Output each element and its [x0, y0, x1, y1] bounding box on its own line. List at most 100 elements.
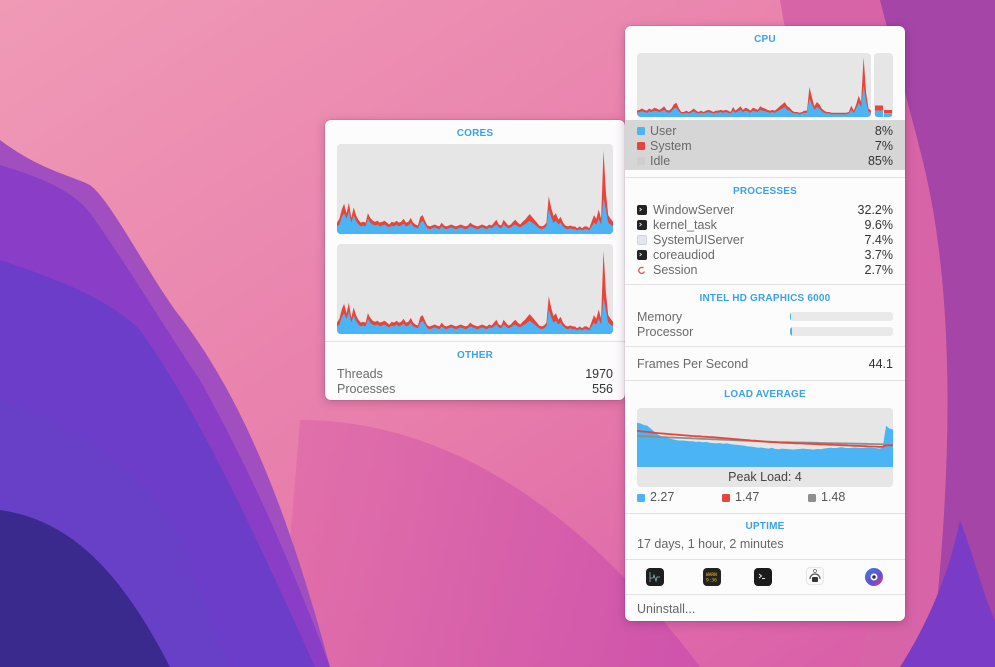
core-graph-1 [337, 144, 613, 234]
cpu-user-value: 8% [874, 123, 893, 138]
cores-panel: CORES OTHER Threads 1970 Processes 556 [325, 120, 625, 400]
istat-menus-icon[interactable] [865, 568, 883, 586]
threads-value: 1970 [585, 366, 613, 381]
load-legend: 2.27 1.47 1.48 [637, 490, 893, 504]
processes-label: Processes [337, 381, 396, 396]
process-name: coreaudiod [653, 247, 715, 262]
terminal-icon[interactable] [754, 568, 772, 586]
cpu-system-label: System [650, 138, 692, 153]
uptime-title: UPTIME [745, 521, 785, 532]
process-row[interactable]: Session 2.7% [637, 262, 893, 277]
system-swatch-icon [637, 142, 645, 151]
terminal-exec-icon [637, 220, 647, 231]
process-name: WindowServer [653, 202, 735, 217]
cpu-user-label: User [650, 123, 677, 138]
gpu-processor-bar [790, 327, 893, 336]
generic-app-icon [637, 235, 647, 246]
fps-value: 44.1 [868, 356, 893, 371]
cpu-current-user-bar [875, 110, 883, 117]
process-name: SystemUIServer [653, 232, 744, 247]
terminal-exec-icon [637, 250, 647, 261]
uptime-value: 17 days, 1 hour, 2 minutes [637, 537, 784, 551]
terminal-exec-icon [637, 205, 647, 216]
cpu-system-value: 7% [874, 138, 893, 153]
load-5min-value: 1.47 [735, 490, 760, 504]
cpu-system-label-wrap: System [637, 139, 692, 153]
divider [325, 341, 625, 342]
uninstall-button[interactable]: Uninstall... [637, 602, 695, 616]
cpu-row-idle: Idle 85% [637, 153, 893, 168]
core-1-system-area [337, 150, 613, 234]
session-icon [637, 265, 647, 275]
divider [625, 380, 905, 381]
fps-label: Frames Per Second [637, 356, 749, 371]
load-5min-swatch-icon [722, 493, 730, 502]
load-1min-swatch-icon [637, 493, 645, 502]
cpu-title: CPU [754, 34, 776, 45]
cpu-idle-label: Idle [650, 153, 671, 168]
peak-load-label: Peak Load: 4 [728, 470, 802, 484]
load-legend-1min: 2.27 [637, 490, 722, 504]
cpu-idle-value: 85% [867, 153, 893, 168]
divider [625, 346, 905, 347]
divider [625, 559, 905, 560]
divider [625, 284, 905, 285]
fps-row: Frames Per Second 44.1 [637, 356, 893, 371]
cpu-history-user-area [637, 85, 871, 117]
core-2-system-area [337, 250, 613, 334]
load-15min-value: 1.48 [821, 490, 846, 504]
process-value: 3.7% [864, 247, 894, 262]
other-list: Threads 1970 Processes 556 [337, 366, 613, 396]
gpu-memory-label: Memory [637, 309, 683, 324]
other-title: OTHER [457, 350, 493, 361]
cpu-current-graph [874, 53, 893, 117]
cpu-idle-label-wrap: Idle [637, 154, 670, 168]
divider [625, 513, 905, 514]
process-row[interactable]: WindowServer 32.2% [637, 202, 893, 217]
cpu-current-system-bar [884, 109, 892, 114]
process-value: 32.2% [857, 202, 893, 217]
cpu-summary: User 8% System 7% Idle 85% [625, 120, 905, 170]
user-swatch-icon [637, 127, 645, 136]
threads-label: Threads [337, 366, 383, 381]
cpu-current-user-bar [884, 113, 892, 117]
process-value: 2.7% [864, 262, 894, 277]
cpu-row-system: System 7% [637, 138, 893, 153]
gpu-memory-bar-fill [790, 312, 792, 321]
system-information-icon[interactable] [806, 567, 824, 585]
console-icon[interactable]: WARN 9:36 [703, 568, 721, 586]
cpu-current-system-bar [875, 105, 883, 111]
process-name: kernel_task [653, 217, 717, 232]
gpu-processor-bar-fill [790, 327, 793, 336]
svg-text:WARN: WARN [706, 572, 717, 578]
svg-text:9:36: 9:36 [706, 578, 717, 584]
cores-title: CORES [456, 128, 494, 139]
load-legend-5min: 1.47 [722, 490, 808, 504]
divider [625, 594, 905, 595]
process-row[interactable]: coreaudiod 3.7% [637, 247, 893, 262]
istat-main-panel: CPU User 8% System 7% Idle 85% PROCESSES… [625, 26, 905, 621]
process-row[interactable]: kernel_task 9.6% [637, 217, 893, 232]
gpu-memory-bar [790, 312, 893, 321]
processes-value: 556 [592, 381, 613, 396]
processes-title: PROCESSES [732, 186, 798, 197]
divider [625, 177, 905, 178]
load-legend-15min: 1.48 [808, 490, 845, 504]
cpu-history-graph [637, 53, 871, 117]
load-title: LOAD AVERAGE [724, 389, 806, 400]
load-graph: Peak Load: 4 [637, 408, 893, 487]
cpu-history-system-area [637, 57, 871, 117]
other-row-threads: Threads 1970 [337, 366, 613, 381]
process-row[interactable]: SystemUIServer 7.4% [637, 232, 893, 247]
load-15min-swatch-icon [808, 493, 816, 502]
activity-monitor-icon[interactable] [646, 568, 664, 586]
process-value: 7.4% [864, 232, 894, 247]
process-name: Session [653, 262, 698, 277]
idle-swatch-icon [637, 157, 645, 166]
load-1min-value: 2.27 [650, 490, 675, 504]
core-graph-2 [337, 244, 613, 334]
cpu-row-user: User 8% [637, 123, 893, 138]
gpu-title: INTEL HD GRAPHICS 6000 [699, 293, 831, 304]
gpu-processor-label: Processor [637, 324, 694, 339]
other-row-processes: Processes 556 [337, 381, 613, 396]
